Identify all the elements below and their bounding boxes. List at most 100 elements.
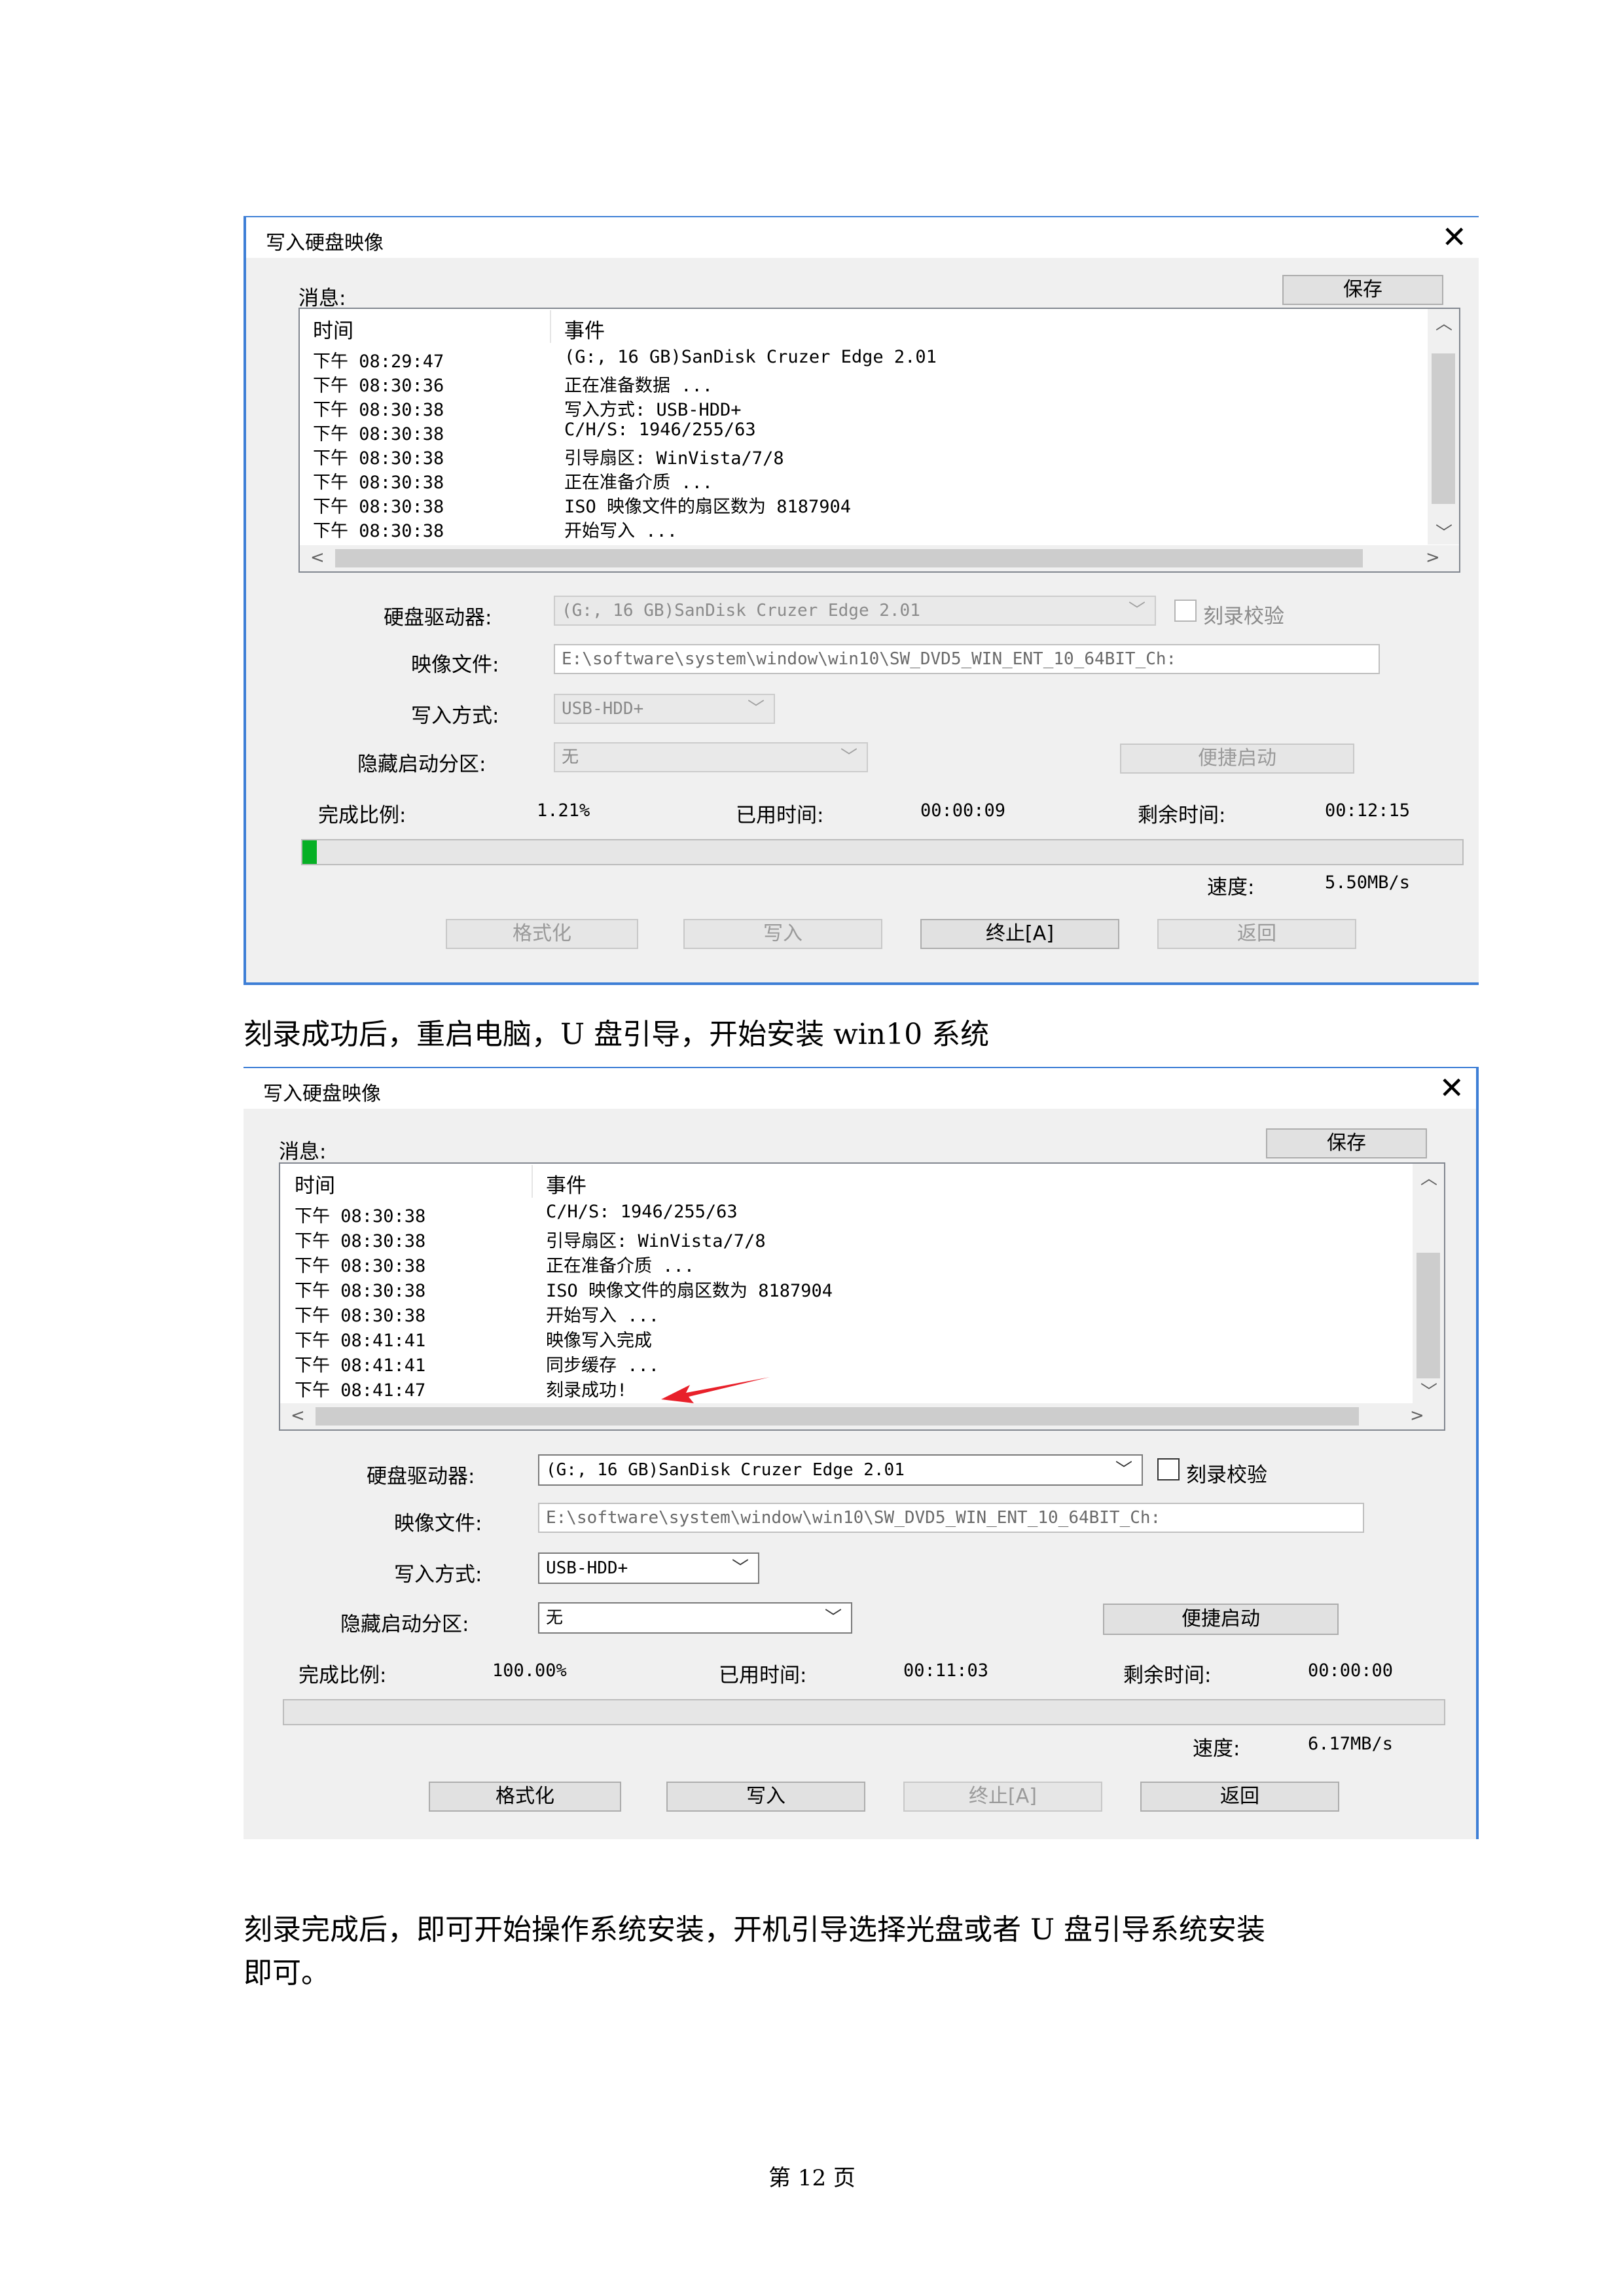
remaining-label: 剩余时间: — [1123, 1664, 1212, 1687]
message-log: 时间 事件 下午 08:29:47 (G:, 16 GB)SanDisk Cruz… — [298, 308, 1460, 573]
elapsed-value: 00:11:03 — [903, 1660, 989, 1681]
image-file-label: 映像文件: — [411, 653, 499, 677]
horizontal-scroll-thumb[interactable] — [316, 1407, 1359, 1426]
scroll-left-icon[interactable]: < — [310, 548, 325, 567]
quick-boot-button[interactable]: 便捷启动 — [1103, 1604, 1339, 1635]
hidden-partition-label: 隐藏启动分区: — [340, 1613, 469, 1636]
percent-value: 100.00% — [492, 1660, 567, 1681]
speed-label: 速度: — [1193, 1737, 1240, 1761]
horizontal-scroll-thumb[interactable] — [335, 549, 1363, 567]
column-separator — [550, 310, 551, 343]
scroll-right-icon[interactable]: > — [1426, 548, 1440, 567]
image-file-value: E:\software\system\window\win10\SW_DVD5_… — [546, 1508, 1161, 1528]
verify-label: 刻录校验 — [1186, 1463, 1267, 1487]
return-button[interactable]: 返回 — [1140, 1782, 1339, 1812]
scroll-left-icon[interactable]: < — [291, 1406, 305, 1426]
write-method-select[interactable]: USB-HDD+ ﹀ — [554, 694, 775, 724]
page-number: 第 12 页 — [768, 2165, 856, 2191]
format-button[interactable]: 格式化 — [446, 919, 638, 949]
image-file-input[interactable]: E:\software\system\window\win10\SW_DVD5_… — [554, 644, 1380, 674]
percent-label: 完成比例: — [318, 804, 406, 827]
vertical-scroll-thumb[interactable] — [1416, 1253, 1440, 1378]
verify-label: 刻录校验 — [1203, 605, 1284, 628]
progress-bar — [301, 839, 1464, 865]
drive-value: (G:, 16 GB)SanDisk Cruzer Edge 2.01 — [562, 601, 920, 620]
verify-checkbox[interactable] — [1157, 1458, 1180, 1480]
horizontal-scrollbar[interactable]: < > — [280, 1403, 1444, 1429]
hidden-partition-label: 隐藏启动分区: — [357, 753, 486, 776]
hidden-partition-select[interactable]: 无 ﹀ — [538, 1602, 852, 1634]
messages-label: 消息: — [298, 287, 346, 310]
caption-after-success: 刻录成功后，重启电脑，U 盘引导，开始安装 win10 系统 — [244, 1018, 990, 1051]
remaining-label: 剩余时间: — [1138, 804, 1226, 827]
remaining-value: 00:00:00 — [1308, 1660, 1394, 1681]
title-bar: 写入硬盘映像 ✕ — [246, 216, 1479, 258]
save-button[interactable]: 保存 — [1282, 275, 1443, 305]
column-header-event[interactable]: 事件 — [564, 314, 605, 344]
chevron-down-icon: ﹀ — [1115, 1460, 1132, 1480]
quick-boot-button[interactable]: 便捷启动 — [1120, 744, 1354, 774]
progress-fill — [302, 840, 317, 864]
drive-select[interactable]: (G:, 16 GB)SanDisk Cruzer Edge 2.01 ﹀ — [538, 1454, 1143, 1486]
abort-button[interactable]: 终止[A] — [920, 919, 1119, 949]
annotation-arrow-icon — [661, 1377, 770, 1403]
scroll-down-icon[interactable]: ﹀ — [1420, 1378, 1437, 1403]
elapsed-value: 00:00:09 — [920, 800, 1006, 821]
verify-checkbox[interactable] — [1174, 600, 1197, 622]
vertical-scrollbar[interactable]: ︿ ﹀ — [1413, 1164, 1444, 1403]
image-file-label: 映像文件: — [394, 1512, 482, 1535]
column-header-time[interactable]: 时间 — [313, 314, 353, 344]
vertical-scrollbar[interactable]: ︿ ﹀ — [1428, 309, 1459, 545]
image-file-value: E:\software\system\window\win10\SW_DVD5_… — [562, 649, 1177, 669]
chevron-down-icon: ﹀ — [1128, 601, 1146, 620]
elapsed-label: 已用时间: — [736, 804, 824, 827]
vertical-scroll-thumb[interactable] — [1432, 353, 1455, 504]
scroll-right-icon[interactable]: > — [1410, 1406, 1424, 1426]
messages-label: 消息: — [279, 1140, 327, 1164]
drive-label: 硬盘驱动器: — [384, 606, 492, 630]
screenshot-writing-in-progress: 写入硬盘映像 ✕ 消息: 保存 时间 事件 下午 08:29:47 (G:, 16… — [244, 216, 1479, 985]
hidden-partition-value: 无 — [562, 747, 579, 767]
title-bar: 写入硬盘映像 ✕ — [244, 1067, 1476, 1109]
message-log: 时间 事件 下午 08:30:38 C/H/S: 1946/255/63 下午 0… — [279, 1162, 1445, 1431]
speed-value: 6.17MB/s — [1308, 1734, 1394, 1754]
percent-value: 1.21% — [537, 800, 590, 821]
caption-after-completion-line1: 刻录完成后，即可开始操作系统安装，开机引导选择光盘或者 U 盘引导系统安装 — [244, 1913, 1266, 1946]
abort-button[interactable]: 终止[A] — [903, 1782, 1102, 1812]
chevron-down-icon: ﹀ — [747, 699, 765, 719]
scroll-down-icon[interactable]: ﹀ — [1435, 520, 1453, 544]
dialog-title: 写入硬盘映像 — [266, 232, 384, 255]
column-header-event[interactable]: 事件 — [546, 1169, 586, 1198]
write-method-label: 写入方式: — [394, 1563, 482, 1587]
return-button[interactable]: 返回 — [1157, 919, 1356, 949]
write-method-select[interactable]: USB-HDD+ ﹀ — [538, 1552, 759, 1584]
write-method-value: USB-HDD+ — [562, 699, 644, 719]
close-icon[interactable]: ✕ — [1441, 220, 1467, 254]
dialog-title: 写入硬盘映像 — [263, 1083, 381, 1105]
column-header-time[interactable]: 时间 — [295, 1169, 335, 1198]
write-method-label: 写入方式: — [411, 704, 499, 728]
caption-after-completion-line2: 即可。 — [244, 1956, 330, 1990]
percent-label: 完成比例: — [298, 1664, 387, 1687]
write-method-value: USB-HDD+ — [546, 1558, 628, 1578]
image-file-input[interactable]: E:\software\system\window\win10\SW_DVD5_… — [538, 1503, 1364, 1533]
drive-label: 硬盘驱动器: — [367, 1465, 475, 1488]
write-button[interactable]: 写入 — [666, 1782, 865, 1812]
save-button[interactable]: 保存 — [1266, 1128, 1427, 1158]
speed-label: 速度: — [1207, 876, 1255, 899]
format-button[interactable]: 格式化 — [429, 1782, 621, 1812]
horizontal-scrollbar[interactable]: < > — [300, 545, 1459, 571]
hidden-partition-select[interactable]: 无 ﹀ — [554, 742, 868, 772]
scroll-up-icon[interactable]: ︿ — [1420, 1165, 1437, 1189]
chevron-down-icon: ﹀ — [824, 1608, 842, 1628]
scroll-up-icon[interactable]: ︿ — [1435, 310, 1453, 334]
drive-value: (G:, 16 GB)SanDisk Cruzer Edge 2.01 — [546, 1460, 905, 1480]
elapsed-label: 已用时间: — [719, 1664, 807, 1687]
drive-select[interactable]: (G:, 16 GB)SanDisk Cruzer Edge 2.01 ﹀ — [554, 596, 1156, 626]
remaining-value: 00:12:15 — [1325, 800, 1411, 821]
chevron-down-icon: ﹀ — [731, 1558, 749, 1578]
chevron-down-icon: ﹀ — [840, 747, 857, 767]
write-button[interactable]: 写入 — [683, 919, 882, 949]
column-separator — [532, 1165, 533, 1198]
close-icon[interactable]: ✕ — [1439, 1071, 1464, 1105]
